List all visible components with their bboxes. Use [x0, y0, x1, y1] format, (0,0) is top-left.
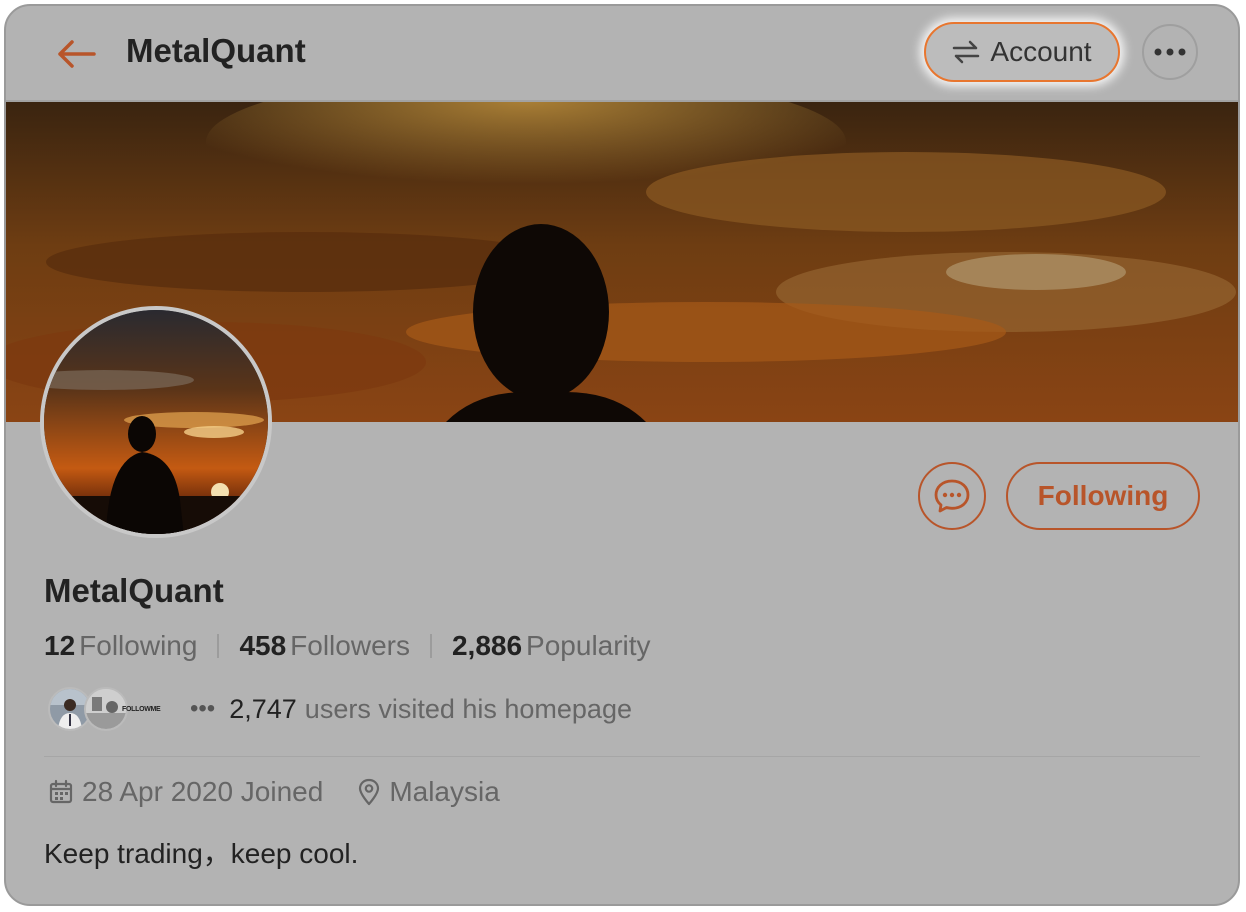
profile-stats: 12 Following 458 Followers 2,886 Popular…: [44, 630, 651, 662]
more-icon: [1154, 48, 1186, 56]
location-pin-icon: [359, 778, 380, 806]
more-visitors-icon: •••: [190, 695, 216, 722]
avatar[interactable]: [40, 306, 272, 538]
message-button[interactable]: [918, 462, 986, 530]
back-arrow-icon: [58, 40, 96, 68]
header-bar: MetalQuant Account: [6, 6, 1238, 102]
following-count[interactable]: 12: [44, 630, 75, 662]
joined-date: 28 Apr 2020 Joined: [82, 776, 324, 807]
swap-icon: [953, 40, 980, 64]
profile-bio: Keep trading，keep cool.: [44, 838, 359, 869]
followers-count[interactable]: 458: [239, 630, 286, 662]
following-button[interactable]: Following: [1006, 462, 1200, 530]
stats-divider: [217, 634, 220, 658]
location-text: Malaysia: [389, 776, 500, 807]
popularity-count: 2,886: [451, 630, 523, 661]
followers-label[interactable]: Followers: [290, 630, 410, 662]
profile-dialog: MetalQuant Account Following MetalQuant …: [4, 4, 1240, 906]
visitor-text: users visited his homepage: [304, 693, 632, 724]
visitor-avatar-label: FOLLOWME: [122, 705, 161, 713]
stats-divider: [429, 634, 432, 658]
popularity-label: Popularity: [526, 630, 651, 661]
back-button[interactable]: [54, 34, 98, 74]
chat-icon: [934, 479, 970, 513]
page-title: MetalQuant: [126, 32, 306, 69]
section-divider: [44, 756, 1200, 757]
account-label: Account: [990, 36, 1092, 67]
profile-name: MetalQuant: [44, 572, 224, 609]
following-label[interactable]: Following: [79, 630, 197, 662]
visitor-count: 2,747: [229, 693, 297, 724]
profile-meta: 28 Apr 2020 Joined Malaysia: [48, 776, 500, 808]
account-switch-button[interactable]: Account: [924, 22, 1120, 82]
visitors-row[interactable]: FOLLOWME ••• 2,747 users visited his hom…: [48, 686, 632, 732]
calendar-icon: [49, 779, 73, 804]
more-options-button[interactable]: [1142, 24, 1198, 80]
